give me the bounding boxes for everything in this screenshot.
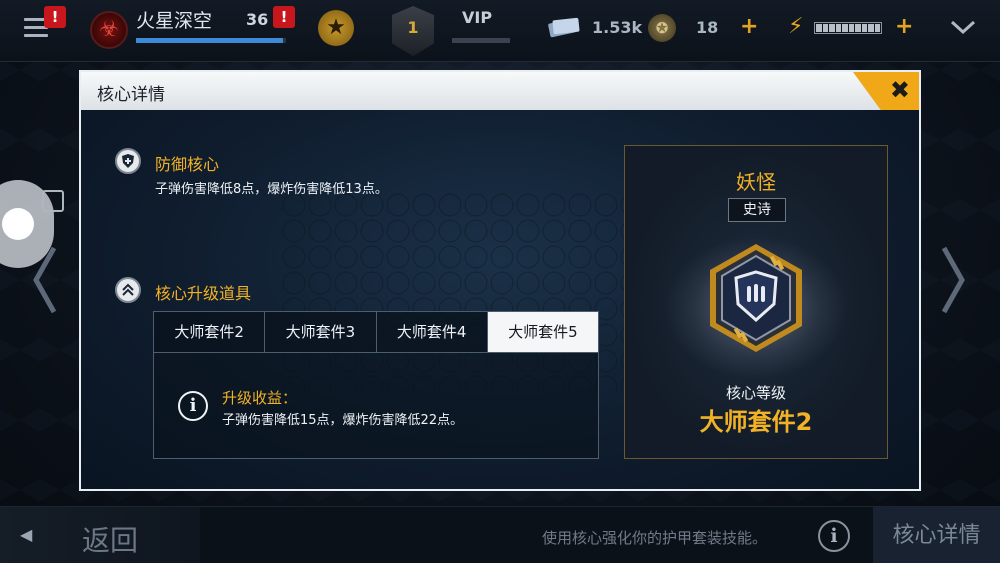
benefit-title: 升级收益：: [222, 389, 298, 407]
dialog-header: 核心详情 ✖: [81, 72, 919, 110]
assist-dot: [2, 208, 34, 240]
gold-icon: ✪: [648, 14, 676, 42]
add-gold-button[interactable]: +: [740, 14, 758, 39]
energy-bar: [814, 22, 882, 34]
tab-master-kit-2[interactable]: 大师套件2: [154, 312, 266, 352]
core-detail-tab[interactable]: 核心详情: [873, 507, 1000, 563]
cash-amount: 1.53k: [592, 18, 643, 37]
upgrade-items-title: 核心升级道具: [155, 284, 252, 303]
defense-core-description: 子弹伤害降低8点，爆炸伤害降低13点。: [155, 182, 388, 197]
top-status-bar: ! ☣ 火星深空 36 ! ★ 1 VIP 1.53k ✪ 18 + ⚡ +: [0, 0, 1000, 62]
tab-master-kit-3[interactable]: 大师套件3: [265, 312, 377, 352]
star-icon[interactable]: ★: [318, 10, 354, 46]
armor-core-icon: [706, 242, 806, 354]
energy-icon: ⚡: [788, 14, 804, 39]
back-button[interactable]: ◀ 返回: [0, 507, 200, 563]
vip-label[interactable]: VIP: [462, 8, 492, 27]
info-icon: i: [178, 391, 208, 421]
xp-progress-bar: [136, 38, 286, 43]
player-level: 36: [246, 10, 269, 29]
biohazard-icon[interactable]: ☣: [90, 11, 128, 49]
vip-progress-bar: [452, 38, 510, 43]
tab-master-kit-5[interactable]: 大师套件5: [487, 312, 598, 352]
upgrade-benefit-panel: i 升级收益： 子弹伤害降低15点，爆炸伤害降低22点。: [153, 353, 599, 459]
back-label: 返回: [82, 524, 139, 557]
chevron-up-icon: [115, 277, 141, 303]
xp-progress-fill: [136, 38, 283, 43]
floating-square-icon[interactable]: [42, 190, 64, 212]
benefit-description: 子弹伤害降低15点，爆炸伤害降低22点。: [222, 413, 464, 428]
back-arrow-icon: ◀: [20, 525, 33, 544]
bottom-bar: ◀ 返回 使用核心强化你的护甲套装技能。 i 核心详情: [0, 506, 1000, 563]
info-icon[interactable]: i: [818, 520, 850, 552]
tab-master-kit-4[interactable]: 大师套件4: [376, 312, 488, 352]
rank-icon[interactable]: 1: [392, 6, 434, 56]
menu-alert-badge: !: [44, 6, 66, 28]
core-level-label: 核心等级: [725, 384, 786, 402]
chevron-right-icon[interactable]: [938, 240, 968, 320]
rank-number: 1: [407, 18, 419, 37]
core-name: 妖怪: [736, 170, 776, 194]
dialog-title: 核心详情: [97, 85, 165, 105]
player-name[interactable]: 火星深空: [136, 6, 212, 33]
rarity-badge: 史诗: [728, 198, 786, 222]
chevron-down-icon[interactable]: [950, 16, 976, 40]
shield-icon: [115, 148, 141, 174]
core-level-value: 大师套件2: [699, 408, 813, 436]
level-alert-badge: !: [273, 6, 295, 28]
gold-amount: 18: [696, 18, 719, 37]
defense-core-title: 防御核心: [155, 155, 220, 174]
upgrade-tabs: 大师套件2 大师套件3 大师套件4 大师套件5: [153, 311, 599, 353]
close-icon[interactable]: ✖: [890, 76, 910, 104]
add-energy-button[interactable]: +: [895, 14, 913, 39]
cash-icon: [546, 12, 582, 42]
core-detail-dialog: 核心详情 ✖ 防御核心 子弹伤害降低8点，爆炸伤害降低13点。 核心升级道具 大…: [79, 70, 921, 491]
core-card: 妖怪 史诗 核心等级 大师套件2: [624, 145, 888, 459]
hint-text: 使用核心强化你的护甲套装技能。: [542, 529, 768, 547]
